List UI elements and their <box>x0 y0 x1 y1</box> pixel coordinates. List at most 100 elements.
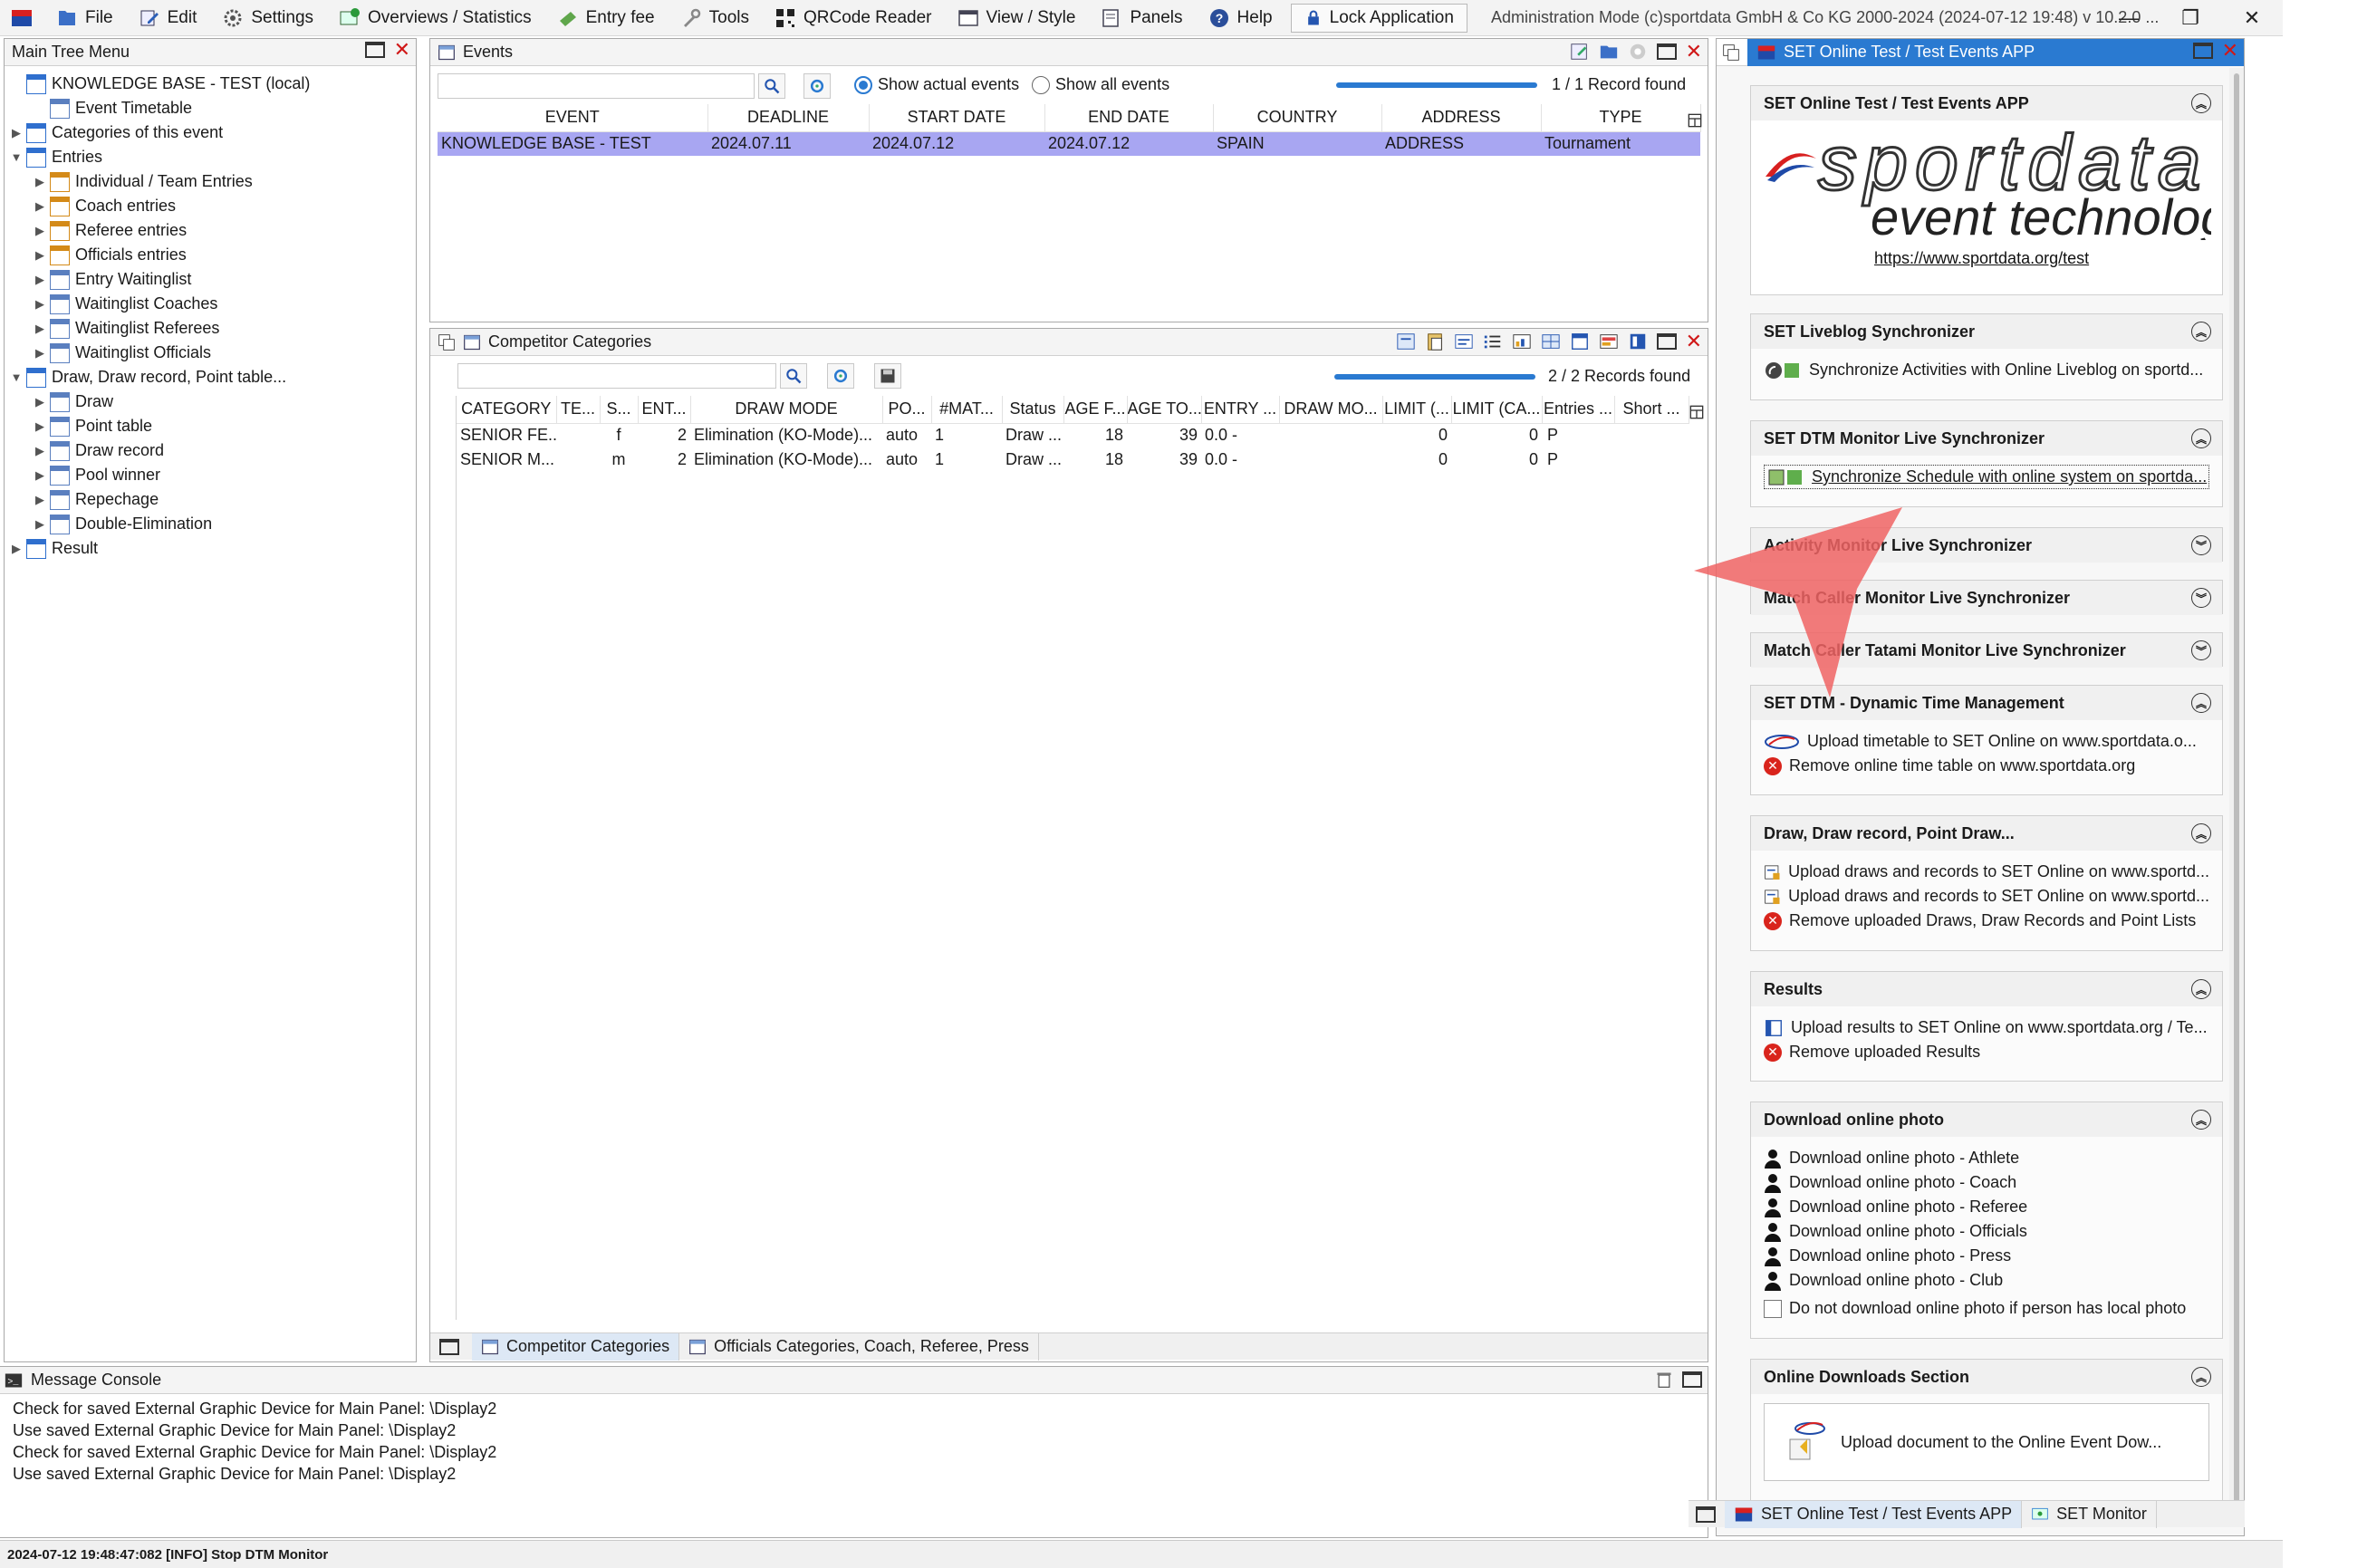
menu-edit[interactable]: Edit <box>126 0 210 36</box>
tree-item[interactable]: ▶ Waitinglist Coaches <box>32 292 217 316</box>
download-photo-action[interactable]: Download online photo - Club <box>1764 1268 2209 1293</box>
chart-window-icon[interactable] <box>1512 332 1532 351</box>
tree-item[interactable]: ▶ Categories of this event <box>8 120 223 145</box>
collapse-icon[interactable]: ︽ <box>2191 93 2211 113</box>
tab-officials-categories[interactable]: Officials Categories, Coach, Referee, Pr… <box>679 1332 1039 1361</box>
section-match-caller-tatami-sync[interactable]: Match Caller Tatami Monitor Live Synchro… <box>1750 632 2223 668</box>
restore-panel-icon[interactable] <box>439 1338 459 1355</box>
categories-column-header[interactable]: ENTRY ... <box>1201 396 1280 424</box>
tree-item[interactable]: KNOWLEDGE BASE - TEST (local) <box>8 72 310 96</box>
tree-view-icon[interactable] <box>1396 332 1416 351</box>
maximize-icon[interactable] <box>1682 1371 1702 1388</box>
menu-overviews[interactable]: Overviews / Statistics <box>326 0 544 36</box>
section-header[interactable]: Results ︽ <box>1751 972 2222 1006</box>
download-photo-action[interactable]: Download online photo - Coach <box>1764 1170 2209 1195</box>
section-header[interactable]: Online Downloads Section ︽ <box>1751 1360 2222 1394</box>
expand-toggle-icon[interactable]: ▶ <box>32 517 48 532</box>
categories-column-header[interactable]: DRAW MO... <box>1279 396 1383 424</box>
categories-reload-button[interactable] <box>827 363 854 389</box>
categories-column-header[interactable]: LIMIT (CA... <box>1451 396 1543 424</box>
expand-toggle-icon[interactable]: ▶ <box>32 322 48 336</box>
events-search-button[interactable] <box>758 73 785 99</box>
folder-icon[interactable] <box>1599 42 1619 62</box>
expand-toggle-icon[interactable]: ▶ <box>32 346 48 361</box>
upload-draws-action[interactable]: Upload draws and records to SET Online o… <box>1764 860 2209 884</box>
collapse-icon[interactable]: ︽ <box>2191 1110 2211 1130</box>
expand-toggle-icon[interactable]: ▶ <box>32 248 48 263</box>
tree-item[interactable]: ▼ Entries <box>8 145 102 169</box>
download-photo-action[interactable]: Download online photo - Press <box>1764 1244 2209 1268</box>
close-icon[interactable]: ✕ <box>394 40 410 60</box>
lock-application-button[interactable]: Lock Application <box>1290 3 1467 33</box>
dock-icon[interactable] <box>438 333 456 351</box>
categories-column-header[interactable]: ENT... <box>638 396 691 424</box>
section-header[interactable]: SET DTM - Dynamic Time Management ︽ <box>1751 686 2222 720</box>
table-row[interactable]: KNOWLEDGE BASE - TEST 2024.07.11 2024.07.1… <box>438 131 1700 156</box>
tree-item[interactable]: ▶ Coach entries <box>32 194 176 218</box>
categories-column-header[interactable]: S... <box>600 396 639 424</box>
expand-toggle-icon[interactable]: ▶ <box>32 297 48 312</box>
tree-item[interactable]: ▶ Waitinglist Referees <box>32 316 219 341</box>
collapse-icon[interactable]: ︽ <box>2191 1367 2211 1387</box>
events-column-header[interactable]: DEADLINE <box>707 104 870 132</box>
table-icon[interactable] <box>1570 332 1590 351</box>
liveblog-sync-action[interactable]: Synchronize Activities with Online Liveb… <box>1764 358 2209 382</box>
expand-toggle-icon[interactable]: ▶ <box>32 395 48 409</box>
maximize-icon[interactable] <box>2192 43 2213 59</box>
remove-timetable-action[interactable]: ✕ Remove online time table on www.sportd… <box>1764 754 2209 778</box>
tree-item[interactable]: ▶ Entry Waitinglist <box>32 267 191 292</box>
maximize-icon[interactable] <box>1656 333 1677 350</box>
show-all-events-radio[interactable]: Show all events <box>1032 75 1169 94</box>
tab-set-online-test[interactable]: SET Online Test / Test Events APP <box>1725 1500 2023 1528</box>
upload-draws-action-2[interactable]: Upload draws and records to SET Online o… <box>1764 884 2209 909</box>
section-header[interactable]: Download online photo ︽ <box>1751 1102 2222 1137</box>
categories-column-header[interactable]: Short ... <box>1614 396 1689 424</box>
categories-column-header[interactable]: AGE TO... <box>1127 396 1202 424</box>
report-icon[interactable] <box>1599 332 1619 351</box>
expand-toggle-icon[interactable]: ▶ <box>8 542 24 556</box>
expand-toggle-icon[interactable]: ▶ <box>32 468 48 483</box>
tree-item[interactable]: ▶ Individual / Team Entries <box>32 169 253 194</box>
events-column-header[interactable]: COUNTRY <box>1213 104 1382 132</box>
menu-view-style[interactable]: View / Style <box>945 0 1089 36</box>
section-header[interactable]: SET DTM Monitor Live Synchronizer ︽ <box>1751 421 2222 456</box>
download-photo-action[interactable]: Download online photo - Referee <box>1764 1195 2209 1219</box>
expand-toggle-icon[interactable]: ▶ <box>32 273 48 287</box>
refresh-icon[interactable] <box>1628 42 1648 62</box>
section-header[interactable]: Match Caller Monitor Live Synchronizer ︾ <box>1751 581 2222 615</box>
trash-icon[interactable] <box>1655 1370 1673 1390</box>
expand-toggle-icon[interactable]: ▶ <box>32 419 48 434</box>
download-photo-action[interactable]: Download online photo - Officials <box>1764 1219 2209 1244</box>
table-row[interactable]: SENIOR FE... f 2 Elimination (KO-Mode)... au… <box>457 423 1689 447</box>
tree-item[interactable]: ▶ Double-Elimination <box>32 512 212 536</box>
tree-item[interactable]: ▼ Draw, Draw record, Point table... <box>8 365 286 390</box>
maximize-icon[interactable] <box>364 42 385 58</box>
tree-item[interactable]: ▶ Result <box>8 536 98 561</box>
restore-panel-icon[interactable] <box>1696 1505 1716 1523</box>
categories-column-header[interactable]: AGE F... <box>1063 396 1128 424</box>
categories-column-header[interactable]: TE... <box>556 396 601 424</box>
restore-button[interactable]: ❐ <box>2160 0 2221 36</box>
close-icon[interactable]: ✕ <box>1686 42 1702 62</box>
collapse-icon[interactable]: ︽ <box>2191 428 2211 448</box>
section-header[interactable]: Draw, Draw record, Point Draw... ︽ <box>1751 816 2222 851</box>
expand-toggle-icon[interactable]: ▶ <box>32 175 48 189</box>
events-column-header[interactable]: START DATE <box>869 104 1045 132</box>
tree-item[interactable]: Event Timetable <box>32 96 192 120</box>
categories-save-button[interactable] <box>874 363 901 389</box>
menu-entry-fee[interactable]: Entry fee <box>544 0 668 36</box>
expand-toggle-icon[interactable]: ▶ <box>32 493 48 507</box>
section-header[interactable]: Activity Monitor Live Synchronizer ︾ <box>1751 528 2222 563</box>
menu-tools[interactable]: Tools <box>668 0 762 36</box>
tab-set-monitor[interactable]: SET Monitor <box>2022 1500 2157 1528</box>
minimize-button[interactable]: — <box>2098 0 2160 36</box>
events-reload-button[interactable] <box>803 73 831 99</box>
maximize-icon[interactable] <box>1656 43 1677 60</box>
tree-item[interactable]: ▶ Draw record <box>32 438 164 463</box>
tree-item[interactable]: ▶ Officials entries <box>32 243 187 267</box>
upload-timetable-action[interactable]: Upload timetable to SET Online on www.sp… <box>1764 729 2209 754</box>
categories-column-header[interactable]: DRAW MODE <box>690 396 883 424</box>
events-column-header[interactable]: END DATE <box>1044 104 1214 132</box>
dock-icon[interactable] <box>1722 43 1740 62</box>
tree-item[interactable]: ▶ Draw <box>32 390 113 414</box>
